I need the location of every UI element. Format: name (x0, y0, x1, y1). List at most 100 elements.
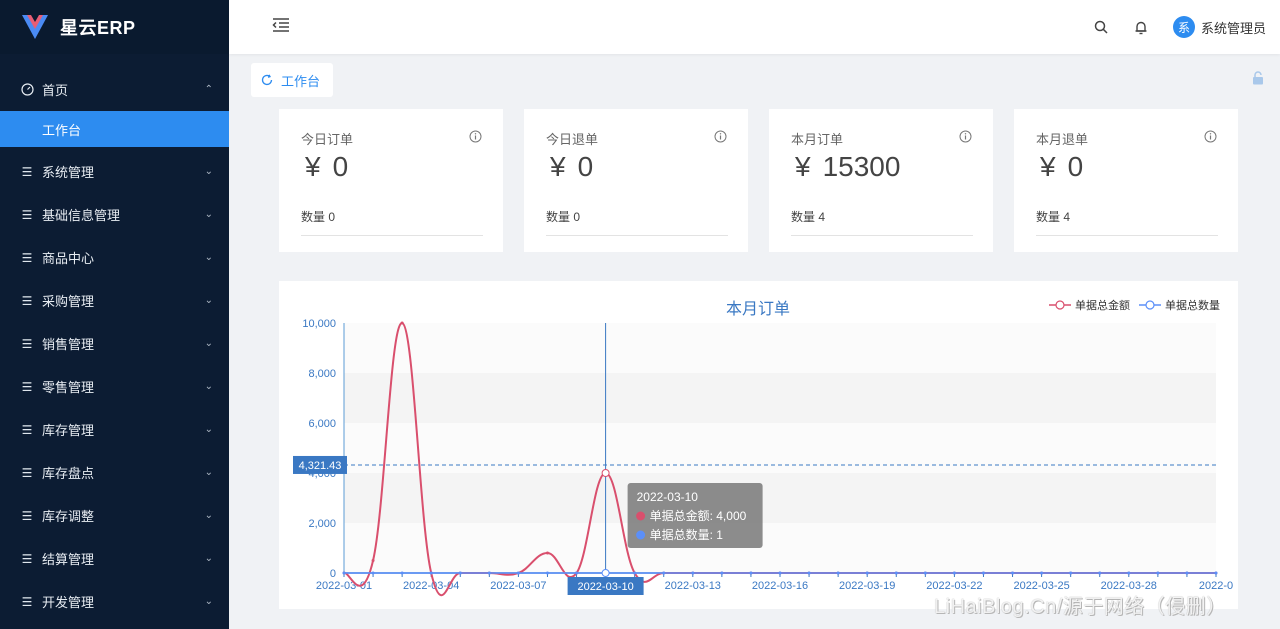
data-point (400, 321, 404, 325)
axis-pointer-x-label: 2022-03-10 (577, 581, 633, 593)
grid-band (344, 473, 1216, 523)
sidebar-item[interactable]: ☰ 销售管理 ⌄ (0, 322, 229, 365)
lock-icon[interactable] (1251, 71, 1265, 85)
menu-list-icon: ☰ (21, 551, 33, 566)
data-point (633, 571, 637, 575)
card-value: ¥0 (550, 151, 593, 183)
data-point (1156, 571, 1160, 575)
sidebar-item[interactable]: ☰ 商品中心 ⌄ (0, 236, 229, 279)
menu-list-icon: ☰ (21, 508, 33, 523)
menu-list-icon: ☰ (21, 207, 33, 222)
x-tick-label: 2022-03-16 (752, 580, 808, 592)
logo-icon (22, 15, 48, 39)
data-point (371, 571, 375, 575)
data-point (923, 571, 927, 575)
sidebar-item[interactable]: ☰ 零售管理 ⌄ (0, 365, 229, 408)
grid-band (344, 373, 1216, 423)
user-name[interactable]: 系统管理员 (1201, 18, 1266, 37)
chevron-down-icon: ⌄ (204, 295, 213, 306)
search-icon[interactable] (1093, 19, 1109, 35)
data-point (981, 571, 985, 575)
card-value: ¥0 (1040, 151, 1083, 183)
chart-title: 本月订单 (726, 300, 790, 318)
currency-symbol: ¥ (550, 151, 566, 182)
refresh-icon[interactable] (261, 74, 273, 86)
chevron-down-icon: ⌄ (204, 424, 213, 435)
hover-point (601, 469, 610, 477)
sidebar: 星云ERP 首页 ⌃ 工作台 ☰ 系统管理 ⌄ ☰ 基础信息管理 ⌄ ☰ 商品中心 ⌄ ☰ 采购管理… (0, 0, 229, 629)
app-name: 星云ERP (60, 18, 136, 38)
avatar[interactable]: 系 (1172, 16, 1195, 38)
sidebar-item[interactable]: ☰ 开发管理 ⌄ (0, 580, 229, 623)
sidebar-item[interactable]: ☰ 基础信息管理 ⌄ (0, 193, 229, 236)
card-title: 今日订单 (301, 132, 354, 147)
data-point (952, 571, 956, 575)
data-point (1098, 571, 1102, 575)
sidebar-item[interactable]: ☰ 库存盘点 ⌄ (0, 451, 229, 494)
sidebar-item[interactable]: ☰ 采购管理 ⌄ (0, 279, 229, 322)
sidebar-item-label: 库存盘点 (42, 466, 95, 481)
menu-collapse-icon[interactable] (271, 15, 291, 35)
data-point (720, 571, 724, 575)
data-point (487, 571, 491, 575)
sidebar-item-label: 结算管理 (42, 552, 95, 567)
stat-card: 本月退单 ¥0 数量 4 (1014, 109, 1238, 252)
info-icon[interactable] (469, 130, 482, 143)
sidebar-item[interactable]: ☰ 系统管理 ⌄ (0, 150, 229, 193)
tab-label: 工作台 (281, 73, 321, 89)
sidebar-item-home[interactable]: 首页 ⌃ (0, 68, 229, 111)
info-icon[interactable] (1204, 130, 1217, 143)
chevron-down-icon: ⌄ (204, 510, 213, 521)
data-point (1069, 571, 1073, 575)
card-count: 数量 4 (1036, 210, 1071, 224)
data-point (865, 571, 869, 575)
stat-card: 今日退单 ¥0 数量 0 (524, 109, 748, 252)
x-tick-label: 2022-03-01 (316, 580, 372, 592)
data-point (1214, 571, 1218, 575)
card-title: 今日退单 (546, 132, 599, 147)
monthly-order-chart[interactable]: 02,0004,0006,0008,00010,0002022-03-01 202… (279, 281, 1238, 609)
sidebar-item[interactable]: ☰ 库存调整 ⌄ (0, 494, 229, 537)
chevron-down-icon: ⌄ (204, 381, 213, 392)
data-point (342, 571, 346, 575)
info-icon[interactable] (959, 130, 972, 143)
card-amount: 0 (1067, 151, 1084, 182)
sidebar-item-label: 库存调整 (42, 509, 95, 524)
chevron-up-icon: ⌃ (204, 84, 213, 95)
stat-card: 本月订单 ¥15300 数量 4 (769, 109, 993, 252)
card-count: 数量 0 (546, 210, 581, 224)
tab-workbench[interactable]: 工作台 (251, 63, 333, 97)
data-point (749, 571, 753, 575)
divider (546, 235, 728, 236)
tooltip-row: 单据总金额: 4,000 (650, 508, 747, 523)
menu-list-icon: ☰ (21, 379, 33, 394)
data-point (691, 571, 695, 575)
y-tick-label: 2,000 (308, 518, 336, 530)
menu-list-icon: ☰ (21, 250, 33, 265)
info-icon[interactable] (714, 130, 727, 143)
legend-marker (1145, 300, 1155, 310)
x-tick-label: 2022-03-13 (665, 580, 721, 592)
data-point (1040, 571, 1044, 575)
sidebar-item-label: 系统管理 (42, 165, 95, 180)
menu-list-icon: ☰ (21, 293, 33, 308)
currency-symbol: ¥ (795, 151, 811, 182)
logo[interactable]: 星云ERP (0, 0, 229, 54)
sidebar-item[interactable]: ☰ 库存管理 ⌄ (0, 408, 229, 451)
chart-panel: 0 2,000 4,000 6,000 8,000 10,000 2022-03-01 202… (279, 281, 1238, 609)
sidebar-item-label: 零售管理 (42, 380, 95, 395)
data-point (575, 571, 579, 575)
menu-list-icon: ☰ (21, 594, 33, 609)
tooltip-row: 单据总数量: 1 (650, 527, 724, 542)
sidebar-item[interactable]: ☰ 结算管理 ⌄ (0, 537, 229, 580)
card-amount: 0 (332, 151, 349, 182)
sidebar-item-label: 销售管理 (42, 337, 95, 352)
card-value: ¥15300 (795, 151, 900, 183)
data-point (1011, 571, 1015, 575)
legend-marker (1055, 300, 1065, 310)
grid-band (344, 323, 1216, 373)
tooltip-title: 2022-03-10 (637, 490, 699, 504)
sidebar-subitem-workbench[interactable]: 工作台 (0, 111, 229, 147)
legend-label: 单据总数量 (1165, 298, 1220, 312)
bell-icon[interactable] (1133, 19, 1149, 35)
